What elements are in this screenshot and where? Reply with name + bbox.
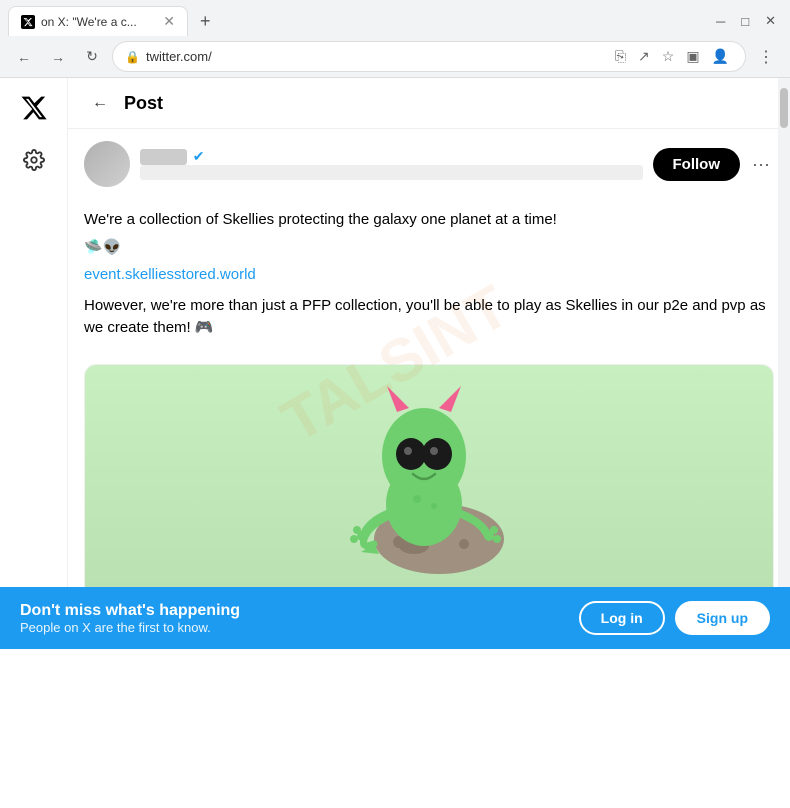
post-text-1: We're a collection of Skellies protectin… [84,209,774,232]
url-text: twitter.com/ [146,49,605,64]
active-tab[interactable]: on X: "We're a c... ✕ [8,6,188,36]
close-button[interactable]: ✕ [759,11,782,31]
post-title: Post [124,93,163,114]
more-options-button[interactable]: ··· [748,150,774,179]
post-content: We're a collection of Skellies protectin… [68,209,790,364]
url-actions: ⎘ ↗ ☆ ▣ 👤 [611,46,733,67]
minimize-button[interactable]: ─ [710,11,731,31]
x-logo[interactable] [16,90,52,126]
window-controls: ─ □ ✕ [710,11,782,31]
back-button[interactable]: ← [10,43,38,71]
post-link[interactable]: event.skelliesstored.world [84,266,774,283]
banner-title: Don't miss what's happening [20,602,240,620]
alien-illustration [85,365,773,603]
address-bar: ← → ↻ 🔒 twitter.com/ ⎘ ↗ ☆ ▣ 👤 ⋮ [0,36,790,77]
banner-buttons: Log in Sign up [579,601,770,635]
scrollbar[interactable] [778,78,790,649]
avatar[interactable] [84,141,130,187]
share-icon[interactable]: ↗ [634,46,654,67]
post-image[interactable] [84,364,774,604]
scrollbar-thumb[interactable] [780,88,788,128]
post-header: ← Post [68,78,790,129]
browser-menu-button[interactable]: ⋮ [752,43,780,71]
maximize-button[interactable]: □ [735,11,755,31]
refresh-button[interactable]: ↻ [78,43,106,71]
tab-favicon [21,15,35,29]
bottom-banner: Don't miss what's happening People on X … [0,587,790,649]
back-button[interactable]: ← [84,90,116,116]
new-tab-button[interactable]: + [192,7,219,36]
forward-button[interactable]: → [44,43,72,71]
settings-button[interactable] [16,142,52,178]
profile-info: ✔ [140,148,643,180]
sidebar [0,78,68,649]
url-bar[interactable]: 🔒 twitter.com/ ⎘ ↗ ☆ ▣ 👤 [112,41,746,72]
page-container: ← Post ✔ [0,78,790,649]
screen-cast-icon[interactable]: ⎘ [611,46,630,67]
main-content: ← Post ✔ [68,78,790,649]
browser-view-icon[interactable]: ▣ [682,46,703,67]
verified-badge: ✔ [193,148,205,165]
profile-icon[interactable]: 👤 [708,46,733,67]
profile-name-row: ✔ [140,148,643,165]
profile-handle [140,165,643,180]
banner-subtitle: People on X are the first to know. [20,620,240,635]
post-emojis: 🛸👽 [84,238,774,256]
tab-title: on X: "We're a c... [41,15,157,29]
post-text-2: However, we're more than just a PFP coll… [84,295,774,340]
lock-icon: 🔒 [125,50,140,64]
profile-name [140,149,187,165]
tab-close-button[interactable]: ✕ [163,13,175,30]
banner-text: Don't miss what's happening People on X … [20,602,240,635]
profile-row: ✔ Follow ··· [84,141,774,187]
follow-button[interactable]: Follow [653,148,741,181]
profile-section: ✔ Follow ··· [68,129,790,209]
login-button[interactable]: Log in [579,601,665,635]
profile-actions: Follow ··· [653,148,774,181]
bookmark-icon[interactable]: ☆ [658,46,679,67]
avatar-image [84,141,130,187]
signup-button[interactable]: Sign up [675,601,770,635]
